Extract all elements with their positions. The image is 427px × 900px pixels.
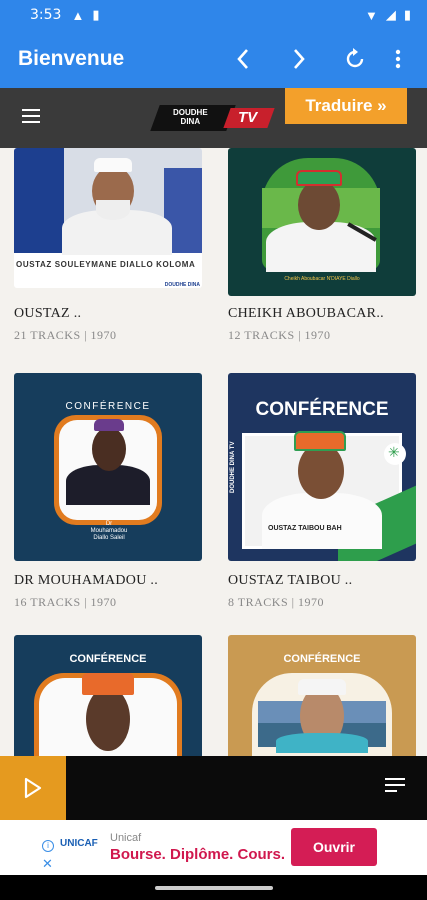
album-name: OUSTAZ TAIBOU .. [228,573,353,588]
thumbnail-caption: OUSTAZ SOULEYMANE DIALLO KOLOMA [16,260,196,269]
refresh-button[interactable] [327,35,383,83]
album-thumbnail: CONFÉRENCE [228,635,416,756]
album-thumbnail: CONFÉRENCE Dr Mouhamadou Diallo Saleil [14,373,202,561]
wifi-icon: ▼ [364,7,378,23]
playlist-icon[interactable] [385,778,405,796]
album-meta: 16 TRACKS | 1970 [14,595,117,609]
thumbnail-title: CONFÉRENCE [65,401,151,412]
album-name: OUSTAZ .. [14,306,82,321]
album-card[interactable]: Cheikh Aboubacar N'DIAYE Diallo CHEIKH A… [228,148,416,343]
sd-card-icon: ▮ [92,7,100,22]
album-meta: 21 TRACKS | 1970 [14,328,117,342]
app-title: Bienvenue [18,47,125,70]
album-name: DR MOUHAMADOU .. [14,573,159,588]
translate-button[interactable]: Traduire » [285,88,407,124]
thumbnail-tag: DOUDHE DINA [164,282,200,288]
thumbnail-caption: Dr Mouhamadou Diallo Saleil [90,521,128,541]
album-card[interactable]: OUSTAZ SOULEYMANE DIALLO KOLOMA DOUDHE D… [14,148,202,343]
audio-player-bar [0,756,427,820]
ad-open-button[interactable]: Ouvrir [291,828,377,866]
advertiser-logo: UNICAF [60,838,98,849]
more-vertical-icon [395,49,401,69]
home-gesture-handle[interactable] [155,886,273,890]
forward-button[interactable] [271,35,327,83]
status-time: 3:53 [30,7,62,23]
album-thumbnail: CONFÉRENCE [14,635,202,756]
chevron-right-icon [294,49,305,69]
play-icon [24,777,42,799]
thumbnail-title: CONFÉRENCE [255,399,389,420]
battery-icon: ▮ [403,7,411,22]
advertiser-name: Unicaf [110,832,142,844]
signal-icon: ◢ [385,7,396,22]
album-grid: OUSTAZ SOULEYMANE DIALLO KOLOMA DOUDHE D… [0,148,427,756]
play-button[interactable] [0,756,66,820]
info-icon[interactable]: i [42,840,54,852]
chevron-left-icon [237,49,248,69]
album-thumbnail: OUSTAZ SOULEYMANE DIALLO KOLOMA DOUDHE D… [14,148,202,288]
overflow-menu-button[interactable] [383,35,413,83]
refresh-icon [346,48,364,68]
status-bar: 3:53 ▲ ▮ ▼ ◢ ▮ [0,0,427,30]
album-card[interactable]: CONFÉRENCE [228,635,416,756]
album-card[interactable]: CONFÉRENCE ✳ OUSTAZ TAIBOU BAH DOUDHE DI… [228,373,416,610]
system-nav-bar [0,875,427,900]
ad-headline: Bourse. Diplôme. Cours. [110,846,286,863]
thumbnail-side-text: DOUDHE DINA TV [230,441,236,493]
album-thumbnail: Cheikh Aboubacar N'DIAYE Diallo [228,148,416,296]
album-meta: 8 TRACKS | 1970 [228,595,325,609]
album-meta: 12 TRACKS | 1970 [228,328,331,342]
site-logo[interactable]: DOUDHE DINA TV [150,105,275,131]
thumbnail-caption: Cheikh Aboubacar N'DIAYE Diallo [284,276,360,282]
hamburger-menu-icon[interactable] [22,109,40,123]
ad-banner[interactable]: i ✕ UNICAF Unicaf Bourse. Diplôme. Cours… [0,820,427,875]
close-icon[interactable]: ✕ [42,856,53,872]
thumbnail-title: CONFÉRENCE [283,653,361,665]
album-card[interactable]: CONFÉRENCE Dr Mouhamadou Diallo Saleil D… [14,373,202,610]
star-badge-icon: ✳ [388,444,400,460]
album-thumbnail: CONFÉRENCE ✳ OUSTAZ TAIBOU BAH DOUDHE DI… [228,373,416,561]
album-card[interactable]: CONFÉRENCE [14,635,202,756]
thumbnail-caption: OUSTAZ TAIBOU BAH [268,525,342,532]
back-button[interactable] [215,35,271,83]
app-bar: Bienvenue [0,30,427,88]
warning-icon: ▲ [71,7,85,23]
thumbnail-title: CONFÉRENCE [69,653,147,665]
album-name: CHEIKH ABOUBACAR.. [228,306,384,321]
